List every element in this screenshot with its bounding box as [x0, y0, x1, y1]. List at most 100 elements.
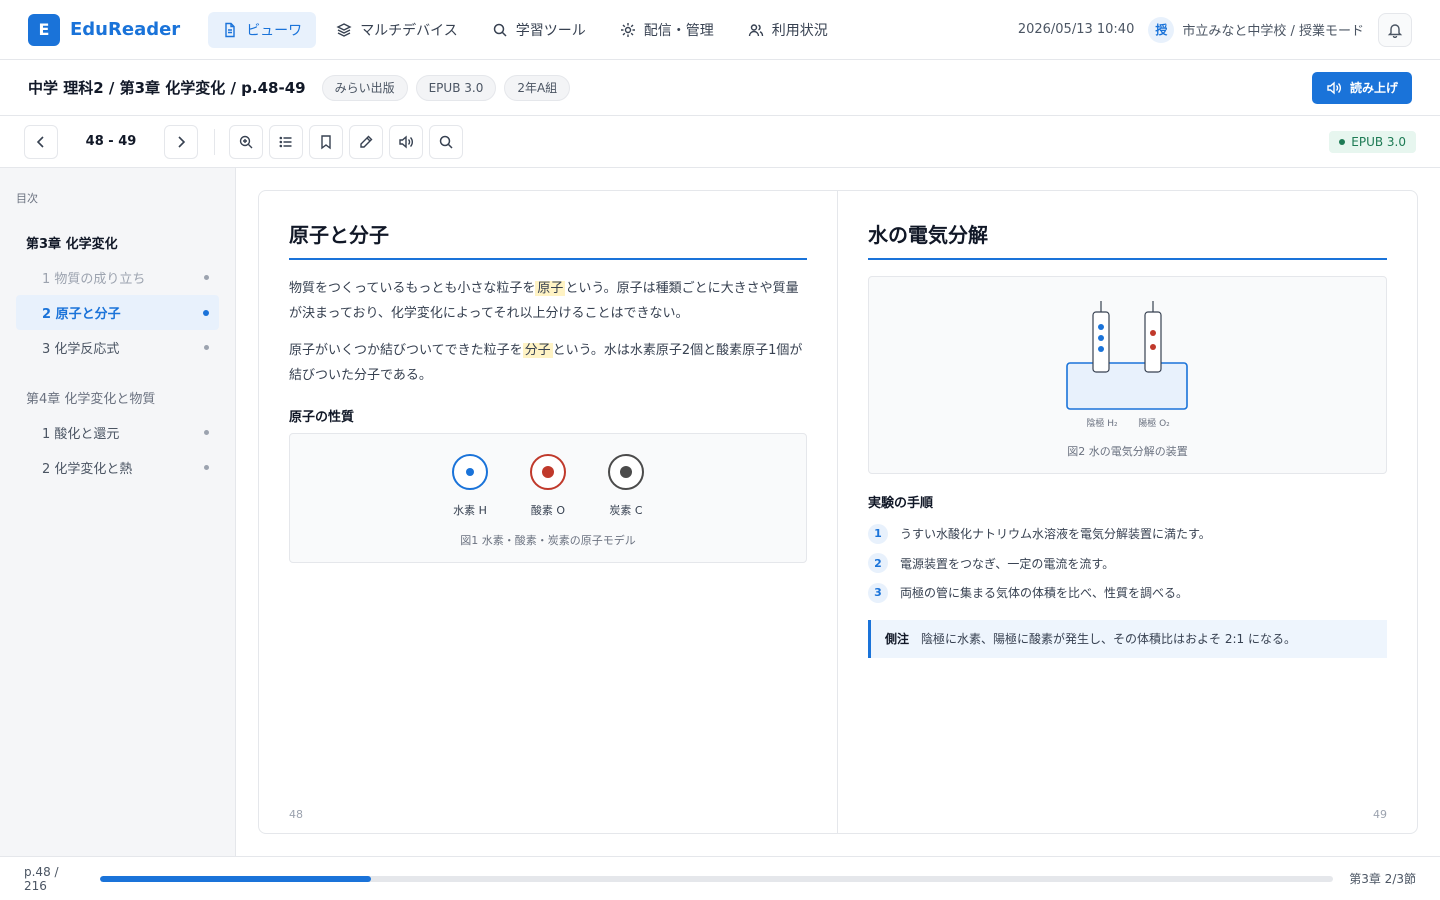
text: 原子がいくつか結びついてできた粒子を — [289, 343, 523, 358]
chevron-right-icon — [178, 135, 186, 148]
toc-item[interactable]: 3 化学反応式 — [16, 330, 219, 365]
toc-item-label: 1 物質の成り立ち — [42, 272, 146, 287]
highlighted-term[interactable]: 原子 — [535, 281, 566, 296]
zoom-button[interactable] — [229, 124, 263, 159]
step-number: 1 — [868, 523, 888, 544]
bookmark-icon — [321, 134, 331, 149]
side-note-label: 側注 — [885, 632, 910, 646]
progress-fill — [100, 875, 372, 882]
toc-status-dot — [204, 275, 209, 280]
toc-status-dot — [203, 309, 209, 316]
notification-button[interactable] — [1378, 12, 1412, 47]
toc-item-label: 3 化学反応式 — [42, 342, 120, 357]
page-heading: 原子と分子 — [289, 219, 807, 260]
right-page[interactable]: 水の電気分解 陰極 H₂ 陽極 O₂ 図2 水の電気分解の装置 実験の手順 1う… — [838, 191, 1417, 833]
gear-icon — [620, 22, 635, 37]
search-icon — [493, 23, 507, 37]
toc-item[interactable]: 1 酸化と還元 — [16, 415, 219, 450]
bookmark-button[interactable] — [309, 124, 343, 159]
logo-mark: E — [28, 13, 60, 46]
atom-carbon: 炭素 C — [596, 454, 656, 518]
atom-ring — [530, 454, 566, 490]
page-heading: 水の電気分解 — [868, 219, 1387, 260]
step-number: 3 — [868, 582, 888, 603]
atom-ring — [608, 454, 644, 490]
school-name: 市立みなと中学校 / 授業モード — [1182, 24, 1364, 39]
format-chip: EPUB 3.0 — [415, 74, 497, 101]
search-icon — [439, 135, 453, 149]
toc-status-dot — [204, 465, 209, 470]
figure-caption: 図2 水の電気分解の装置 — [1067, 445, 1188, 458]
document-icon — [225, 22, 235, 37]
tab-multi-device[interactable]: マルチデバイス — [322, 12, 472, 48]
highlight-button[interactable] — [349, 124, 383, 159]
electrode-label-anode: 陽極 O₂ — [1138, 419, 1170, 429]
list-icon — [279, 136, 292, 147]
next-page-button[interactable] — [164, 124, 198, 159]
tab-usage[interactable]: 利用状況 — [734, 12, 842, 48]
pen-icon — [360, 135, 373, 148]
book-spread: 原子と分子 物質をつくっているもっとも小さな粒子を 原子 という。原子は種類ごとに大… — [258, 190, 1418, 834]
text: 物質をつくっているもっとも小さな粒子を — [289, 281, 536, 296]
publisher-chip: みらい出版 — [321, 74, 408, 101]
tab-viewer[interactable]: ビューワ — [208, 11, 317, 48]
book-title: 中学 理科2 / 第3章 化学変化 / p.48-49 — [28, 79, 306, 97]
top-right-area: 2026/05/13 10:40 授 市立みなと中学校 / 授業モード — [1018, 12, 1412, 47]
layers-icon — [336, 22, 352, 37]
app-logo[interactable]: E EduReader — [28, 13, 180, 46]
tab-learning-tools[interactable]: 学習ツール — [478, 12, 600, 48]
audio-button[interactable] — [389, 124, 423, 159]
toc-item-label: 1 酸化と還元 — [42, 427, 120, 442]
experiment-steps: 1 うすい水酸化ナトリウム水溶液を電気分解装置に満たす。 2 電源装置をつなぎ、一定… — [868, 519, 1387, 608]
step-item: 3 両極の管に集まる気体の体積を比べ、性質を調べる。 — [868, 578, 1387, 608]
atom-nucleus — [620, 466, 632, 478]
toc-button[interactable] — [269, 124, 303, 159]
top-navigation: E EduReader ビューワ マルチデバイス 学習ツール 配信・管理 利用状… — [0, 0, 1440, 60]
highlighted-term[interactable]: 分子 — [522, 343, 553, 358]
toc-item-active[interactable]: 2 原子と分子 — [16, 295, 219, 330]
reader-toolbar: 48 - 49 EPUB 3.0 — [0, 116, 1440, 168]
toc-chapter[interactable]: 第3章 化学変化 — [16, 224, 219, 260]
toc-status-dot — [204, 345, 209, 350]
electrolysis-figure[interactable]: 陰極 H₂ 陽極 O₂ 図2 水の電気分解の装置 — [868, 276, 1387, 474]
step-item: 1 うすい水酸化ナトリウム水溶液を電気分解装置に満たす。 — [868, 519, 1387, 549]
toc-item[interactable]: 2 化学変化と熱 — [16, 450, 219, 485]
atom-model-figure[interactable]: 水素 H 酸素 O 炭素 C 図1 水素・酸素・炭素の原子モデル — [289, 433, 807, 563]
page-number: 48 — [289, 808, 303, 821]
prev-page-button[interactable] — [24, 124, 58, 159]
section-subheading: 実験の手順 — [868, 496, 934, 511]
toc-heading: 目次 — [16, 192, 38, 205]
step-text: 電源装置をつなぎ、一定の電流を流す。 — [900, 556, 1115, 571]
step-item: 2 電源装置をつなぎ、一定の電流を流す。 — [868, 549, 1387, 579]
school-info[interactable]: 授 市立みなと中学校 / 授業モード — [1148, 16, 1364, 43]
page-status: p.48 / 216 — [24, 864, 59, 893]
toc-status-dot — [204, 430, 209, 435]
toc-item-label: 2 化学変化と熱 — [42, 462, 133, 477]
tab-label: ビューワ — [246, 22, 303, 39]
tab-distribution[interactable]: 配信・管理 — [606, 12, 728, 48]
status-dot — [1339, 138, 1346, 145]
search-button[interactable] — [429, 124, 463, 159]
body-paragraph: 物質をつくっているもっとも小さな粒子を 原子 という。原子は種類ごとに大きさや質量が… — [289, 276, 807, 326]
atom-label: 酸素 O — [530, 504, 566, 517]
toc-chapter[interactable]: 第4章 化学変化と物質 — [16, 379, 219, 415]
toc-sidebar: 目次 第3章 化学変化 1 物質の成り立ち 2 原子と分子 3 化学反応式 第4… — [0, 168, 236, 856]
atom-ring — [452, 454, 488, 490]
atom-nucleus — [466, 468, 474, 476]
progress-bar[interactable] — [100, 875, 1334, 882]
atom-label: 炭素 C — [609, 504, 643, 517]
speaker-icon — [1327, 80, 1341, 95]
format-badge: EPUB 3.0 — [1329, 130, 1416, 153]
section-subheading: 原子の性質 — [289, 410, 355, 425]
toc-item[interactable]: 1 物質の成り立ち — [16, 260, 219, 295]
read-aloud-button[interactable]: 読み上げ — [1311, 71, 1412, 104]
side-note: 側注 陰極に水素、陽極に酸素が発生し、その体積比はおよそ 2:1 になる。 — [868, 619, 1387, 658]
atom-label: 水素 H — [453, 504, 487, 517]
tab-label: マルチデバイス — [360, 22, 458, 39]
step-text: うすい水酸化ナトリウム水溶液を電気分解装置に満たす。 — [900, 527, 1211, 542]
side-note-text: 陰極に水素、陽極に酸素が発生し、その体積比はおよそ 2:1 になる。 — [921, 632, 1296, 646]
read-aloud-label: 読み上げ — [1349, 81, 1398, 95]
left-page[interactable]: 原子と分子 物質をつくっているもっとも小さな粒子を 原子 という。原子は種類ごとに大… — [259, 191, 838, 833]
figure-caption: 図1 水素・酸素・炭素の原子モデル — [460, 534, 636, 547]
step-text: 両極の管に集まる気体の体積を比べ、性質を調べる。 — [900, 586, 1189, 601]
